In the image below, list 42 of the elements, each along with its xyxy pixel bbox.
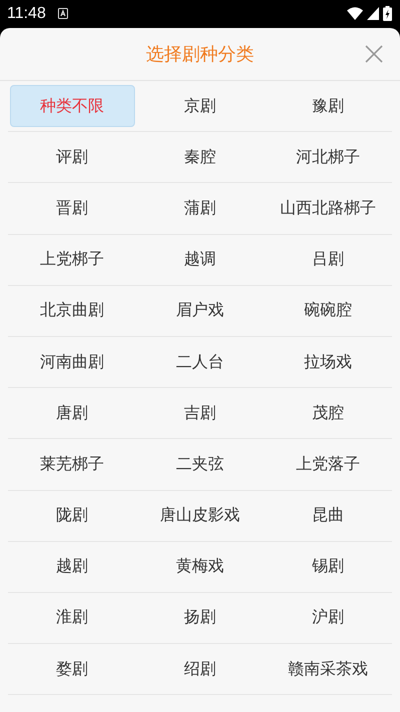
category-option[interactable]: 昆曲 [264,494,392,537]
category-option[interactable]: 河北梆子 [264,136,392,178]
category-option[interactable]: 吉剧 [136,392,264,434]
category-option[interactable]: 陇剧 [8,494,136,537]
category-option[interactable]: 吕剧 [264,238,392,281]
category-option[interactable]: 茂腔 [264,392,392,434]
category-option[interactable]: 婺剧 [8,648,136,690]
category-option[interactable]: 赣南采茶戏 [264,648,392,690]
category-option[interactable]: 秦腔 [136,136,264,178]
wifi-icon [347,7,363,20]
close-icon[interactable] [364,44,384,64]
category-option[interactable]: 上党梆子 [8,238,136,281]
keyboard-notification-icon [58,8,68,19]
category-option[interactable]: 沪剧 [264,596,392,640]
category-option[interactable]: 越调 [136,238,264,281]
category-option[interactable]: 锡剧 [264,546,392,588]
category-option[interactable]: 唐山皮影戏 [136,494,264,537]
category-option[interactable]: 京剧 [136,85,264,128]
clock-time: 11:48 [7,4,46,22]
category-option[interactable]: 扬剧 [136,596,264,640]
category-option[interactable]: 拉场戏 [264,340,392,384]
category-option[interactable]: 二人台 [136,340,264,384]
category-option[interactable]: 评剧 [8,136,136,178]
category-option[interactable]: 眉户戏 [136,290,264,332]
category-option[interactable]: 蒲剧 [136,187,264,230]
dialog-title: 选择剧种分类 [146,43,254,66]
signal-icon [367,7,379,20]
category-option[interactable]: 豫剧 [264,85,392,128]
category-option[interactable]: 越剧 [8,546,136,588]
category-option[interactable]: 黄梅戏 [136,546,264,588]
category-option[interactable]: 莱芜梆子 [8,443,136,486]
category-option[interactable]: 上党落子 [264,443,392,486]
category-option[interactable]: 碗碗腔 [264,290,392,332]
category-option[interactable]: 二夹弦 [136,443,264,486]
category-option[interactable]: 淮剧 [8,596,136,640]
category-option[interactable]: 河南曲剧 [8,340,136,384]
category-option[interactable]: 唐剧 [8,392,136,434]
category-option[interactable]: 北京曲剧 [8,290,136,332]
battery-icon [383,6,392,21]
category-option[interactable]: 绍剧 [136,648,264,690]
category-option[interactable]: 山西北路梆子 [264,187,392,230]
category-option[interactable]: 晋剧 [8,187,136,230]
